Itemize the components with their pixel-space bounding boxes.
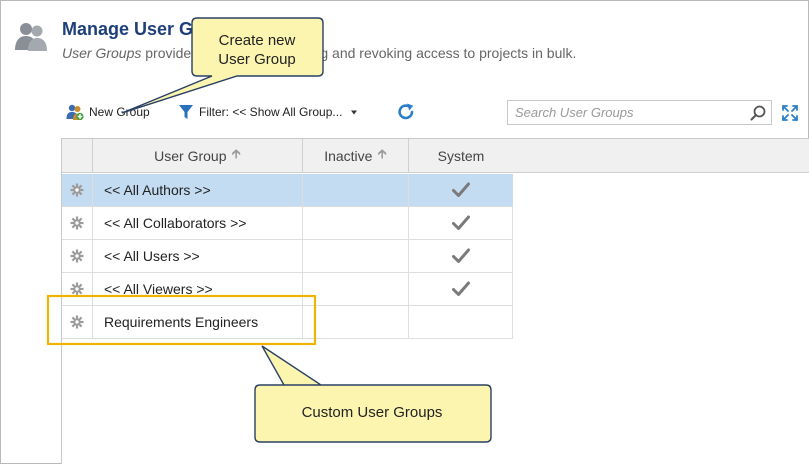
new-group-callout-line-1: Create new bbox=[218, 32, 296, 49]
annotation-layer bbox=[46, 17, 492, 443]
custom-groups-callout-bubble bbox=[254, 345, 492, 443]
new-group-callout-line-2: User Group bbox=[218, 51, 296, 68]
custom-groups-callout-text: Custom User Groups bbox=[301, 404, 443, 421]
new-group-callout-text: Create new User Group bbox=[193, 31, 321, 69]
custom-groups-highlight-box bbox=[46, 294, 317, 346]
